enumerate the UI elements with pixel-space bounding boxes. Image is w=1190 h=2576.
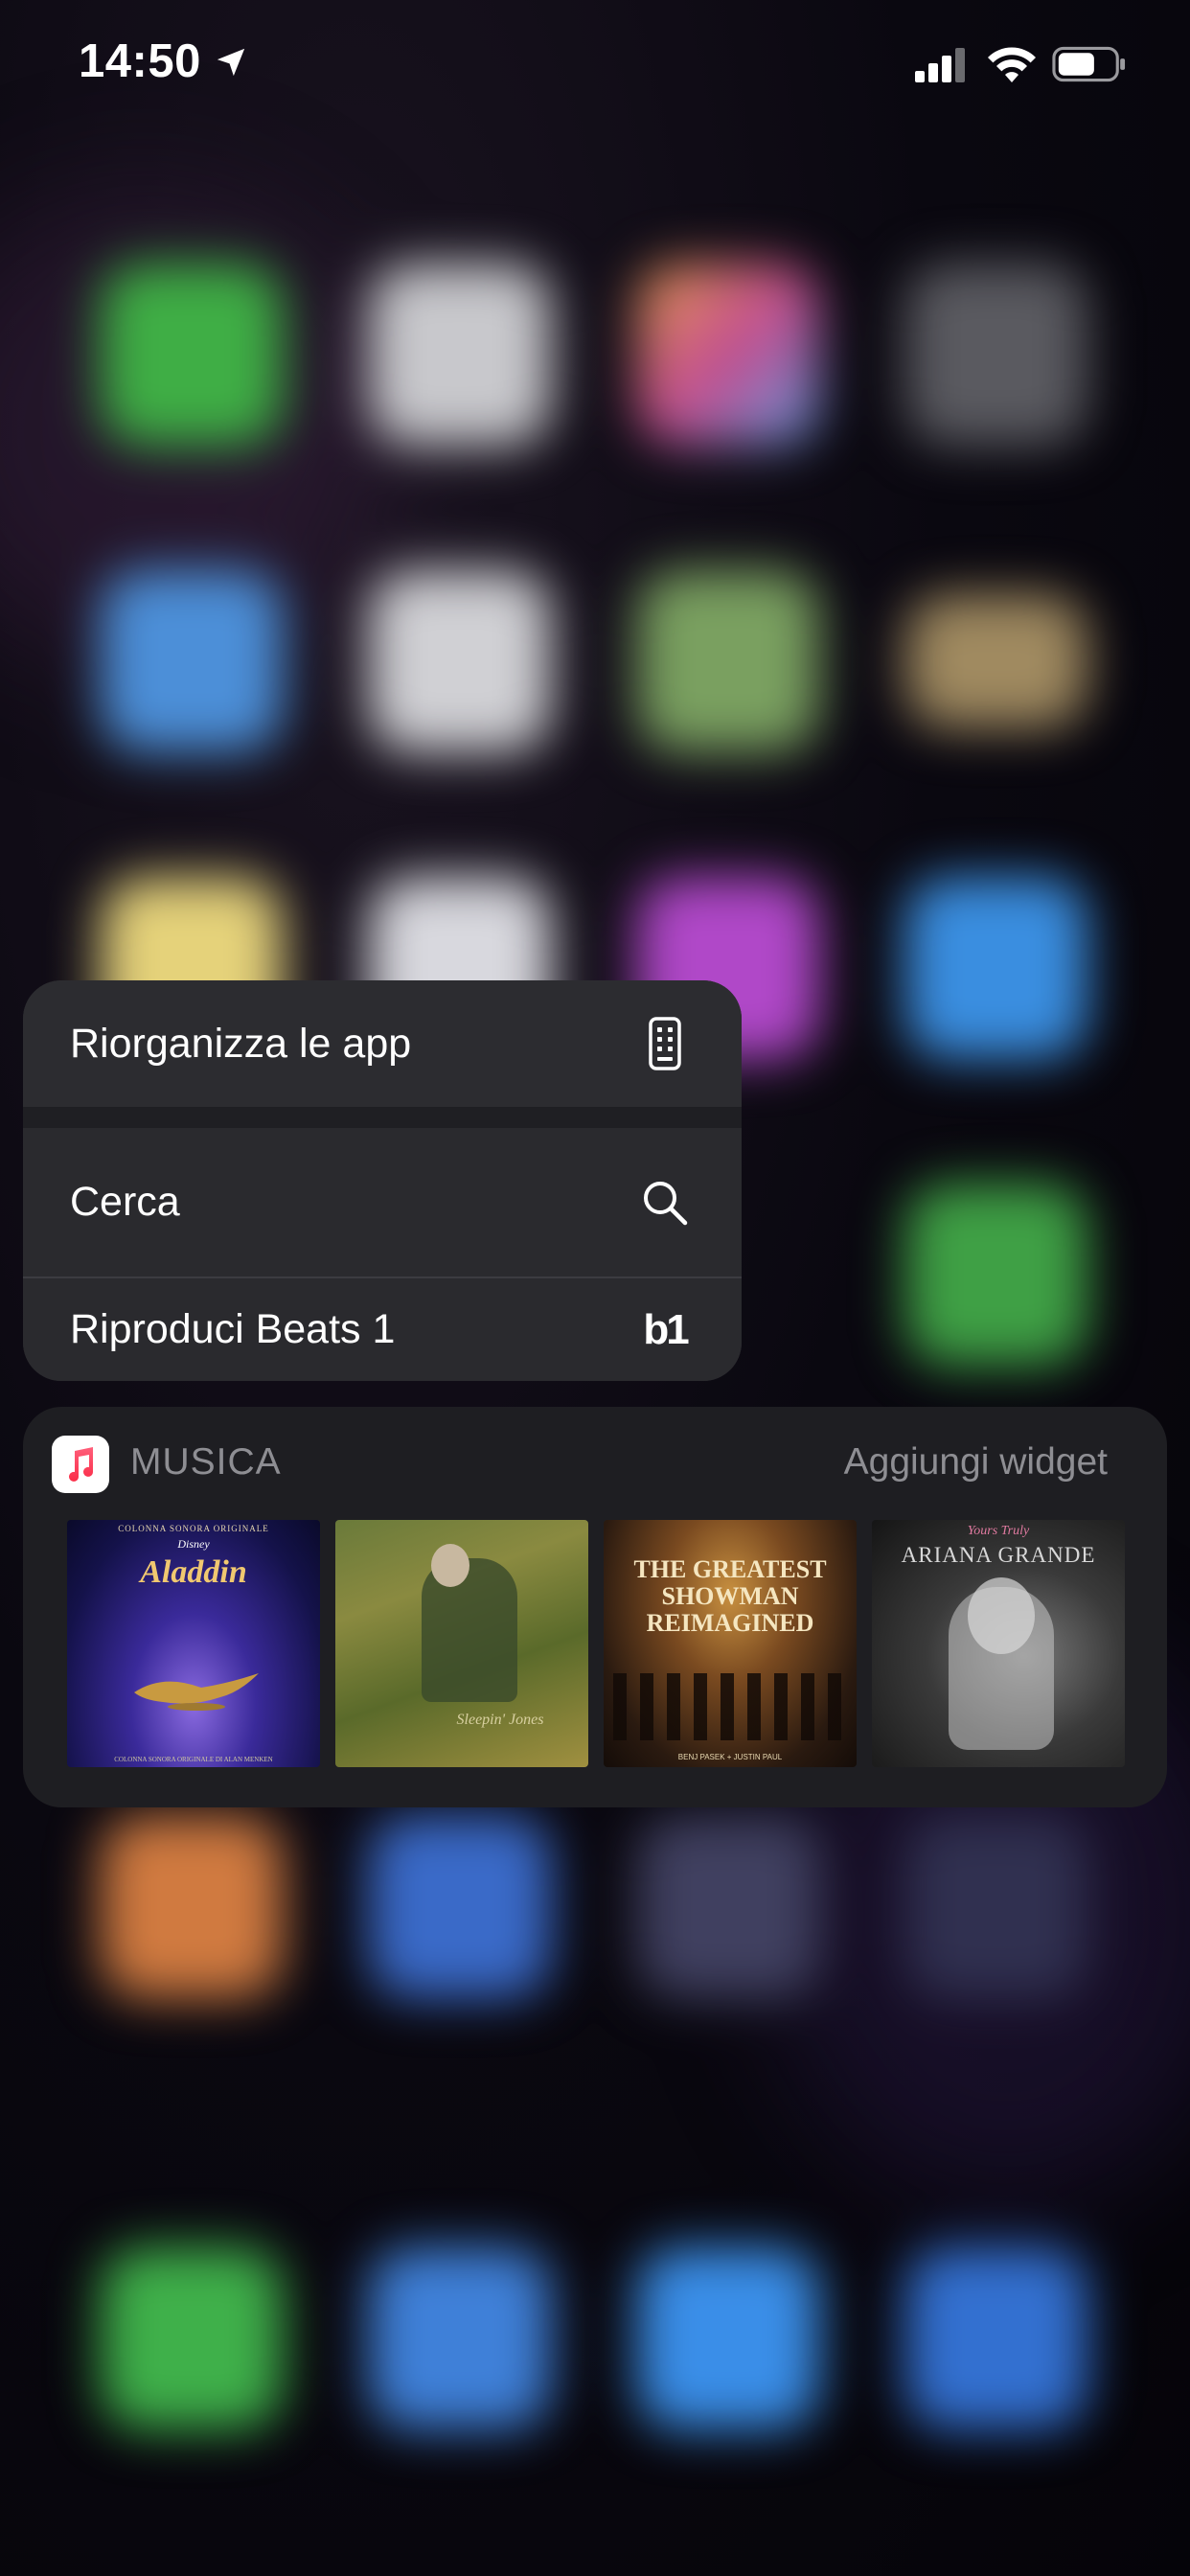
quick-action-label: Riproduci Beats 1 xyxy=(70,1306,396,1352)
quick-actions-menu: Riorganizza le app Cerca Riproduci Beats… xyxy=(23,980,742,1381)
album-title: THE GREATEST SHOWMAN REIMAGINED xyxy=(633,1555,827,1637)
album-footer: COLONNA SONORA ORIGINALE DI ALAN MENKEN xyxy=(114,1756,273,1763)
album-footer: BENJ PASEK + JUSTIN PAUL xyxy=(677,1753,783,1761)
music-app-icon xyxy=(52,1436,109,1493)
location-arrow-icon xyxy=(217,48,245,77)
battery-icon xyxy=(1052,46,1126,82)
album-cover-aladdin[interactable]: COLONNA SONORA ORIGINALE Disney Aladdin … xyxy=(67,1520,320,1767)
album-cover-painting[interactable]: Sleepin' Jones xyxy=(335,1520,588,1767)
album-script-title: Yours Truly xyxy=(967,1524,1030,1538)
widget-app-name: MUSICA xyxy=(130,1441,282,1483)
beats1-logo-icon: b1 xyxy=(643,1305,689,1353)
quick-action-search[interactable]: Cerca xyxy=(23,1128,742,1276)
search-icon xyxy=(638,1176,692,1230)
status-time: 14:50 xyxy=(79,35,201,87)
album-cover-greatest-showman[interactable]: THE GREATEST SHOWMAN REIMAGINED BENJ PAS… xyxy=(604,1520,857,1767)
album-brand: Disney xyxy=(177,1537,210,1551)
album-top-text: COLONNA SONORA ORIGINALE xyxy=(118,1524,269,1533)
album-title: Sleepin' Jones xyxy=(456,1712,544,1728)
quick-action-rearrange-apps[interactable]: Riorganizza le app xyxy=(23,980,742,1107)
add-widget-button[interactable]: Aggiungi widget xyxy=(844,1441,1108,1484)
quick-action-label: Riorganizza le app xyxy=(70,1020,412,1067)
phone-outline-icon xyxy=(638,1017,692,1070)
magic-lamp-icon xyxy=(134,1673,259,1711)
home-screen: 14:50 Riorganizza le app Cerca Riproduci… xyxy=(0,0,1190,2576)
album-cover-ariana-grande[interactable]: Yours Truly ARIANA GRANDE xyxy=(872,1520,1125,1767)
cellular-signal-icon xyxy=(915,48,965,82)
album-title: Aladdin xyxy=(140,1554,247,1590)
music-widget: MUSICA Aggiungi widget COLONNA SONORA OR… xyxy=(23,1407,1167,1807)
wifi-icon xyxy=(988,47,1036,82)
menu-group-separator xyxy=(23,1107,742,1128)
album-title: ARIANA GRANDE xyxy=(901,1543,1096,1567)
quick-action-play-beats1[interactable]: Riproduci Beats 1 b1 xyxy=(23,1278,742,1381)
quick-action-label: Cerca xyxy=(70,1179,180,1225)
